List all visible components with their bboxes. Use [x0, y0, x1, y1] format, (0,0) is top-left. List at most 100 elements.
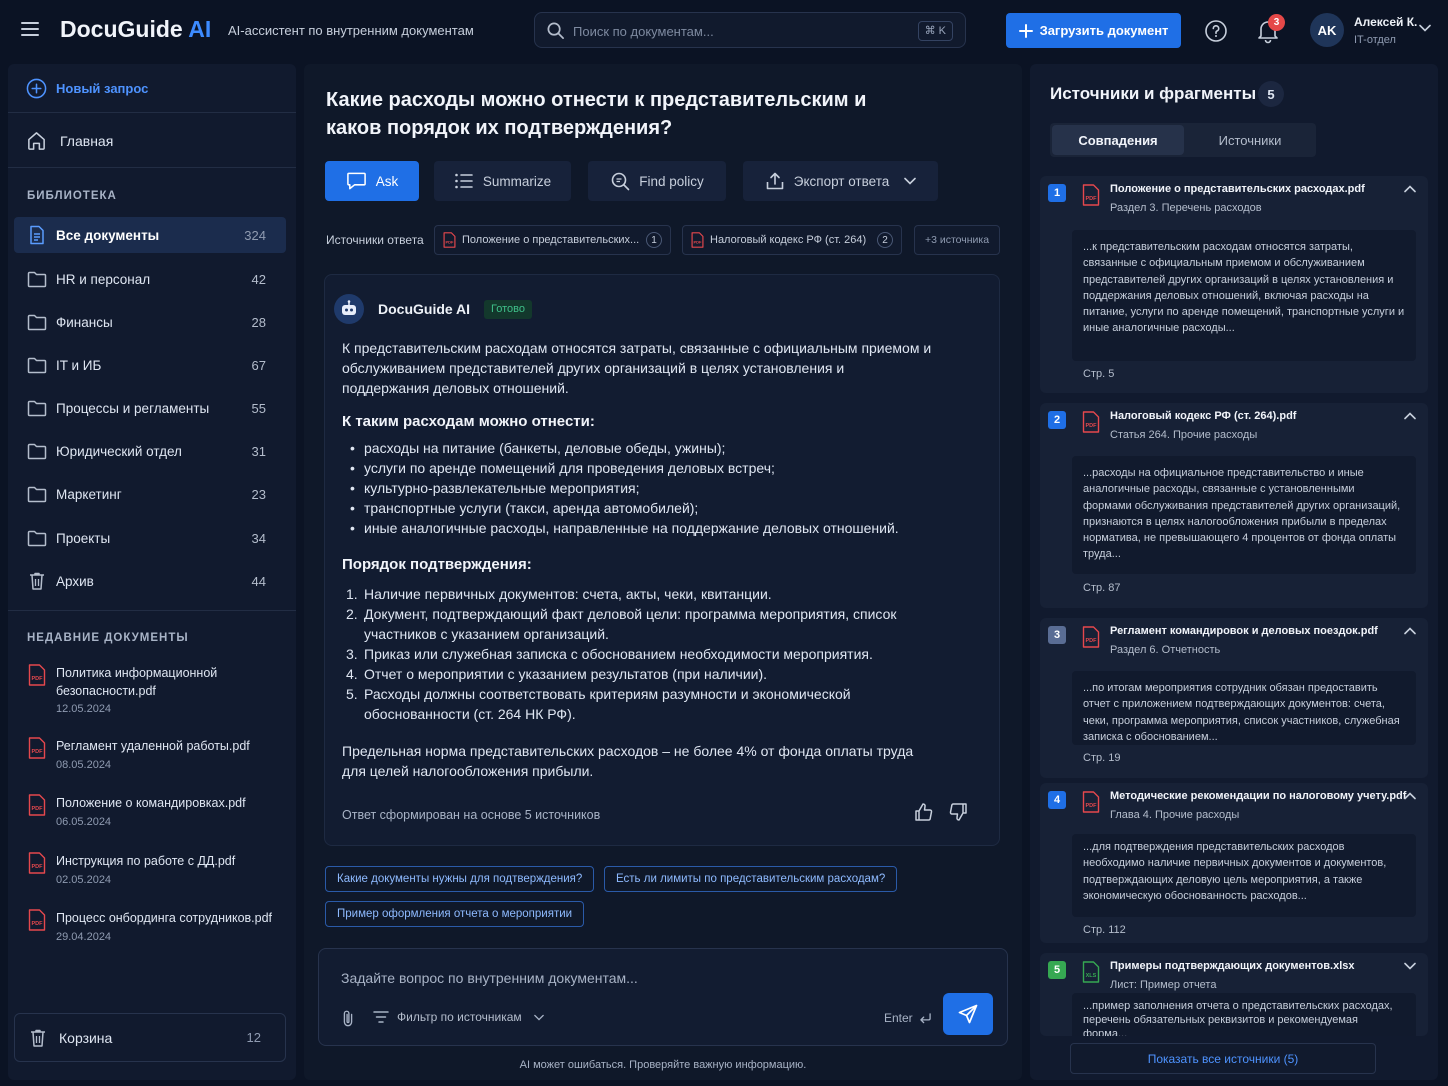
- chevron-up-icon[interactable]: [1404, 627, 1416, 635]
- source-page: Стр. 87: [1083, 582, 1121, 594]
- user-name[interactable]: Алексей К.: [1354, 15, 1417, 29]
- sources-tabs: Совпадения Источники: [1050, 123, 1316, 157]
- source-number: 5: [1048, 961, 1066, 979]
- sidebar-item-archive[interactable]: Архив 44: [14, 563, 286, 599]
- sidebar-item-all-documents[interactable]: Все документы 324: [14, 217, 286, 253]
- suggestion-chip[interactable]: Пример оформления отчета о мероприятии: [325, 901, 585, 927]
- source-card[interactable]: 5 XLS Примеры подтверждающих документов.…: [1040, 953, 1428, 1036]
- answer-bullet-list: расходы на питание (банкеты, деловые обе…: [342, 438, 942, 538]
- composer: [318, 948, 1008, 1046]
- sidebar-item-it[interactable]: IT и ИБ 67: [14, 347, 286, 383]
- source-quote: ...расходы на официальное представительс…: [1072, 456, 1416, 574]
- recent-document[interactable]: PDF Регламент удаленной работы.pdf 08.05…: [28, 737, 288, 777]
- sidebar-item-processes[interactable]: Процессы и регламенты 55: [14, 390, 286, 426]
- menu-icon[interactable]: [20, 20, 40, 38]
- chevron-down-icon[interactable]: [1404, 962, 1416, 970]
- source-section: Лист: Пример отчета: [1110, 979, 1217, 991]
- list-item: иные аналогичные расходы, направленные н…: [342, 518, 942, 538]
- answer-limit-note: Предельная норма представительских расхо…: [342, 743, 914, 779]
- svg-text:PDF: PDF: [1086, 423, 1098, 429]
- source-card[interactable]: 1 PDF Положение о представительских расх…: [1040, 176, 1428, 393]
- new-query-button[interactable]: Новый запрос: [26, 78, 148, 99]
- chevron-up-icon[interactable]: [1404, 412, 1416, 420]
- svg-text:PDF: PDF: [1086, 803, 1098, 809]
- chevron-up-icon[interactable]: [1404, 792, 1416, 800]
- chevron-up-icon[interactable]: [1404, 185, 1416, 193]
- folder-label: Юридический отдел: [56, 443, 182, 459]
- source-card[interactable]: 4 PDF Методические рекомендации по налог…: [1040, 783, 1428, 943]
- sidebar-item-hr[interactable]: HR и персонал 42: [14, 261, 286, 297]
- source-chip[interactable]: PDF Налоговый кодекс РФ (ст. 264) 2: [682, 225, 902, 255]
- sources-count-badge: 5: [1258, 81, 1284, 107]
- plus-icon: [1018, 23, 1033, 38]
- folder-label: Финансы: [56, 314, 113, 330]
- recent-document-date: 12.05.2024: [56, 703, 112, 715]
- brand-logo[interactable]: DocuGuide AI: [60, 16, 211, 43]
- folder-label: Архив: [56, 573, 94, 589]
- answer-steps-list: 1. Наличие первичных документов: счета, а…: [342, 584, 932, 724]
- recent-document[interactable]: PDF Положение о командировках.pdf 06.05.…: [28, 794, 288, 834]
- trash-label: Корзина: [59, 1029, 113, 1046]
- suggestion-chip[interactable]: Какие документы нужны для подтверждения?: [325, 866, 595, 892]
- source-card[interactable]: 2 PDF Налоговый кодекс РФ (ст. 264).pdf …: [1040, 403, 1428, 608]
- home-icon: [28, 132, 45, 150]
- export-label: Экспорт ответа: [793, 173, 890, 189]
- answer-order-heading: Порядок подтверждения:: [342, 556, 532, 573]
- pdf-icon: PDF: [28, 852, 46, 874]
- library-title: БИБЛИОТЕКА: [27, 190, 117, 202]
- ask-button[interactable]: Ask: [325, 161, 419, 201]
- source-file-name: Методические рекомендации по налоговому …: [1110, 790, 1407, 802]
- user-role: IT-отдел: [1354, 34, 1396, 46]
- suggestion-chip[interactable]: Есть ли лимиты по представительским расх…: [604, 866, 898, 892]
- source-chip[interactable]: PDF Положение о представительских... 1: [434, 225, 671, 255]
- source-number: 3: [1048, 626, 1066, 644]
- source-card[interactable]: 3 PDF Регламент командировок и деловых п…: [1040, 618, 1428, 778]
- help-icon[interactable]: [1204, 19, 1228, 43]
- folder-count: 42: [251, 271, 266, 287]
- avatar[interactable]: AK: [1310, 13, 1344, 47]
- summarize-label: Summarize: [482, 173, 552, 189]
- source-chip-label: Положение о представительских...: [462, 234, 640, 246]
- more-sources-chip[interactable]: +3 источника: [914, 225, 1000, 255]
- pdf-icon: PDF: [1082, 184, 1100, 206]
- sidebar-item-finance[interactable]: Финансы 28: [14, 304, 286, 340]
- sidebar-item-projects[interactable]: Проекты 34: [14, 520, 286, 556]
- svg-text:PDF: PDF: [32, 749, 44, 755]
- enter-label: Enter: [884, 1011, 913, 1025]
- list-item: расходы на питание (банкеты, деловые обе…: [342, 438, 942, 458]
- source-filter-dropdown[interactable]: Фильтр по источникам: [373, 1010, 544, 1024]
- sidebar-item-trash[interactable]: Корзина 12: [14, 1013, 286, 1062]
- bot-name: DocuGuide AI: [378, 301, 471, 317]
- thumbs-down-icon[interactable]: [948, 802, 968, 822]
- sidebar-item-marketing[interactable]: Маркетинг 23: [14, 476, 286, 512]
- folder-count: 55: [251, 400, 266, 416]
- tab-matches[interactable]: Совпадения: [1052, 125, 1184, 155]
- chevron-down-icon[interactable]: [1419, 24, 1431, 32]
- search-bar[interactable]: ⌘ K: [534, 12, 966, 48]
- question-input[interactable]: [341, 967, 861, 989]
- recent-document[interactable]: PDF Процесс онбординга сотрудников.pdf 2…: [28, 909, 288, 949]
- paperclip-icon[interactable]: [341, 1009, 355, 1027]
- find-policy-button[interactable]: Find policy: [588, 161, 726, 201]
- source-number: 4: [1048, 791, 1066, 809]
- divider: [8, 112, 296, 113]
- recent-document[interactable]: PDF Инструкция по работе с ДД.pdf 02.05.…: [28, 852, 288, 892]
- thumbs-up-icon[interactable]: [914, 802, 934, 822]
- list-item: услуги по аренде помещений для проведени…: [342, 458, 942, 478]
- sidebar-item-legal[interactable]: Юридический отдел 31: [14, 433, 286, 469]
- sidebar-item-home[interactable]: Главная: [26, 130, 113, 151]
- show-all-sources-button[interactable]: Показать все источники (5): [1070, 1043, 1376, 1074]
- tab-sources[interactable]: Источники: [1184, 125, 1316, 155]
- send-button[interactable]: [943, 993, 993, 1035]
- list-icon: [455, 173, 473, 189]
- search-input[interactable]: [573, 21, 913, 41]
- folder-label: Маркетинг: [56, 486, 122, 502]
- upload-document-button[interactable]: Загрузить документ: [1006, 13, 1181, 48]
- recent-document[interactable]: PDF Политика информационной безопасности…: [28, 664, 288, 720]
- source-number: 1: [1048, 184, 1066, 202]
- export-answer-button[interactable]: Экспорт ответа: [743, 161, 938, 201]
- svg-text:PDF: PDF: [1086, 638, 1098, 644]
- filter-label: Фильтр по источникам: [397, 1010, 522, 1024]
- summarize-button[interactable]: Summarize: [434, 161, 571, 201]
- folder-count: 31: [251, 443, 266, 459]
